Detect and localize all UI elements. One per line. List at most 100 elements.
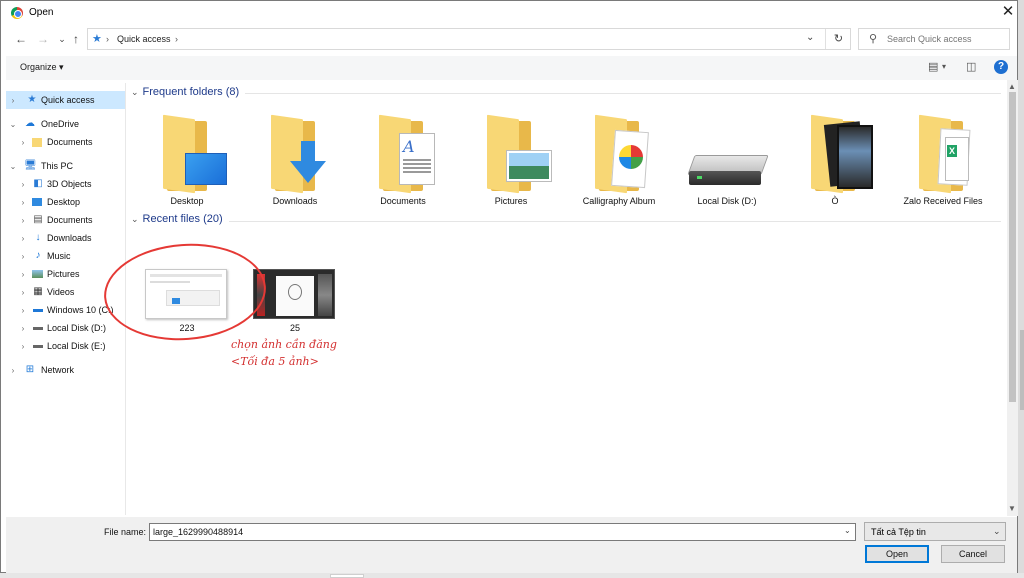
sidebar-item-label: Videos [47, 287, 75, 297]
expand-chevron-icon[interactable]: › [18, 324, 28, 333]
downloads-folder-icon [257, 114, 333, 194]
star-icon: ★ [27, 94, 37, 105]
resize-grip[interactable] [1020, 330, 1024, 410]
sidebar-item-desktop[interactable]: › Desktop [6, 193, 125, 211]
folder-tile-pictures[interactable]: Pictures [459, 114, 563, 207]
window-title: Open [29, 7, 54, 18]
expand-chevron-icon[interactable]: › [18, 252, 28, 261]
expand-chevron-icon[interactable]: › [18, 288, 28, 297]
expand-chevron-icon[interactable]: › [18, 342, 28, 351]
group-collapse-chevron-icon[interactable]: ⌄ [131, 214, 139, 225]
address-bar[interactable]: ★ › Quick access › ⌄ ↻ [87, 28, 851, 50]
cloud-icon: ☁ [25, 118, 35, 129]
view-options-chevron-icon[interactable]: ▾ [942, 62, 946, 71]
expand-chevron-icon[interactable]: › [18, 234, 28, 243]
sidebar-item-downloads[interactable]: › ↓ Downloads [6, 229, 125, 247]
sidebar-item-music[interactable]: › ♪ Music [6, 247, 125, 265]
collapse-chevron-icon[interactable]: ⌄ [8, 120, 18, 129]
photo-folder-icon [797, 114, 873, 194]
search-box[interactable]: ⚲ [858, 28, 1010, 50]
organize-menu-button[interactable]: Organize ▾ [20, 62, 64, 73]
folder-label: Downloads [272, 196, 318, 206]
sidebar-item-onedrive-documents[interactable]: › Documents [6, 133, 125, 151]
collapse-chevron-icon[interactable]: ⌄ [8, 162, 18, 171]
expand-chevron-icon[interactable]: › [18, 216, 28, 225]
file-name-label: File name: [104, 527, 147, 537]
sidebar-item-label: Pictures [47, 269, 80, 279]
sidebar-item-network[interactable]: › ⊞ Network [6, 361, 125, 379]
sidebar-item-local-disk-e[interactable]: › ▬ Local Disk (E:) [6, 337, 125, 355]
sidebar-item-this-pc[interactable]: ⌄ 🖥 This PC [6, 157, 125, 175]
drive-tile-local-disk-d[interactable]: Local Disk (D:) [675, 115, 779, 207]
navigation-bar: ← → ⌄ ↑ ★ › Quick access › ⌄ ↻ ⚲ [1, 27, 1017, 53]
title-bar: Open ✕ [1, 1, 1017, 25]
group-collapse-chevron-icon[interactable]: ⌄ [131, 87, 139, 98]
frequent-folders-header[interactable]: ⌄ Frequent folders (8) [131, 86, 239, 98]
up-arrow-icon[interactable]: ↑ [68, 31, 84, 47]
taskbar-nub [330, 574, 364, 578]
download-icon: ↓ [35, 232, 41, 243]
expand-chevron-icon[interactable]: › [18, 138, 28, 147]
document-icon: ▤ [33, 214, 43, 225]
preview-pane-icon[interactable]: ◫ [966, 60, 976, 73]
file-name-combobox[interactable]: ⌄ [149, 523, 856, 541]
file-type-dropdown-chevron-icon[interactable]: ⌄ [993, 526, 1001, 537]
group-divider [229, 221, 1001, 222]
album-folder-icon [581, 114, 657, 194]
expand-chevron-icon[interactable]: › [8, 96, 18, 105]
folder-tile-o[interactable]: Ò [783, 114, 887, 207]
breadcrumb-quick-access[interactable]: Quick access [117, 34, 171, 44]
recent-files-header[interactable]: ⌄ Recent files (20) [131, 213, 223, 225]
folder-tile-desktop[interactable]: Desktop [135, 114, 239, 207]
address-dropdown-chevron-icon[interactable]: ⌄ [806, 32, 814, 43]
picture-icon [32, 270, 43, 278]
sidebar-item-documents[interactable]: › ▤ Documents [6, 211, 125, 229]
sidebar-item-onedrive[interactable]: ⌄ ☁ OneDrive [6, 115, 125, 133]
change-view-icon[interactable]: ▤ [928, 60, 938, 73]
file-type-select[interactable]: Tất cả Tệp tin ⌄ [864, 522, 1006, 541]
close-icon[interactable]: ✕ [999, 3, 1017, 21]
expand-chevron-icon[interactable]: › [18, 306, 28, 315]
sidebar-item-label: Quick access [41, 95, 95, 105]
group-title: Recent files (20) [142, 213, 223, 225]
folder-tile-documents[interactable]: A Documents [351, 114, 455, 207]
search-input[interactable] [887, 32, 1005, 46]
breadcrumb-separator[interactable]: › [175, 34, 178, 44]
file-name-dropdown-chevron-icon[interactable]: ⌄ [844, 526, 851, 535]
back-arrow-icon[interactable]: ← [13, 31, 29, 47]
annotation-text-line2: <Tối đa 5 ảnh> [231, 355, 319, 368]
group-divider [245, 93, 1001, 94]
sidebar-item-quick-access[interactable]: › ★ Quick access [6, 91, 125, 109]
folder-label: Zalo Received Files [903, 196, 983, 206]
expand-chevron-icon[interactable]: › [18, 198, 28, 207]
window-edge [1018, 0, 1024, 578]
open-button[interactable]: Open [865, 545, 929, 563]
sidebar-item-label: Windows 10 (C:) [47, 305, 114, 315]
folder-tile-zalo-received-files[interactable]: X Zalo Received Files [891, 114, 995, 207]
folder-tile-downloads[interactable]: Downloads [243, 114, 347, 207]
refresh-icon[interactable]: ↻ [825, 29, 851, 49]
pictures-folder-icon [473, 114, 551, 194]
music-icon: ♪ [35, 250, 41, 261]
vertical-scrollbar[interactable]: ▲ ▼ [1007, 80, 1018, 516]
search-icon: ⚲ [869, 33, 878, 45]
drive-icon: ▬ [33, 340, 43, 351]
expand-chevron-icon[interactable]: › [18, 270, 28, 279]
folder-tile-calligraphy-album[interactable]: Calligraphy Album [567, 114, 671, 207]
desktop-folder-icon [149, 114, 227, 194]
file-name-input[interactable] [153, 526, 833, 538]
cancel-button[interactable]: Cancel [941, 545, 1005, 563]
scroll-up-arrow-icon[interactable]: ▲ [1008, 82, 1016, 91]
sidebar-item-label: Desktop [47, 197, 81, 207]
expand-chevron-icon[interactable]: › [18, 180, 28, 189]
folder-icon [32, 138, 42, 147]
scrollbar-thumb[interactable] [1009, 92, 1016, 402]
folder-label: Desktop [170, 196, 204, 206]
breadcrumb-separator[interactable]: › [106, 34, 109, 44]
sidebar-item-local-disk-d[interactable]: › ▬ Local Disk (D:) [6, 319, 125, 337]
help-icon[interactable]: ? [994, 60, 1008, 74]
expand-chevron-icon[interactable]: › [8, 366, 18, 375]
forward-arrow-icon[interactable]: → [35, 31, 51, 47]
scroll-down-arrow-icon[interactable]: ▼ [1008, 504, 1016, 513]
sidebar-item-3d-objects[interactable]: › ◧ 3D Objects [6, 175, 125, 193]
